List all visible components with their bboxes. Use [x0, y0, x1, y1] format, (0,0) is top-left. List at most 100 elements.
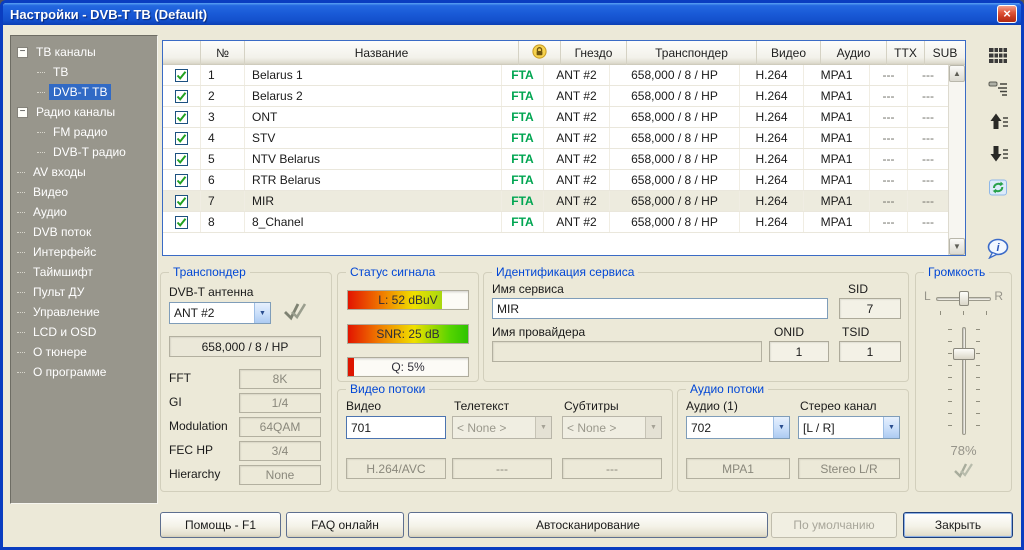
- channel-checkbox-cell: [163, 212, 201, 232]
- channel-audio-codec: MPA1: [804, 65, 870, 85]
- signal-bar-label: L: 52 dBuV: [348, 293, 468, 307]
- sidebar-item-видео[interactable]: Видео: [11, 182, 157, 202]
- sidebar-item-dvb-поток[interactable]: DVB поток: [11, 222, 157, 242]
- sidebar-item-пульт-ду[interactable]: Пульт ДУ: [11, 282, 157, 302]
- renumber-list-icon[interactable]: [985, 76, 1011, 100]
- channel-sub: ---: [908, 170, 948, 190]
- table-row[interactable]: 5NTV BelarusFTAANT #2658,000 / 8 / HPH.2…: [163, 149, 948, 170]
- channel-checkbox[interactable]: [175, 90, 188, 103]
- chevron-down-icon[interactable]: [773, 417, 789, 438]
- antenna-select[interactable]: ANT #2: [169, 302, 271, 324]
- sidebar-item-label: Пульт ДУ: [29, 284, 88, 300]
- channel-checkbox[interactable]: [175, 153, 188, 166]
- chevron-down-icon[interactable]: [883, 417, 899, 438]
- channel-number: 1: [201, 65, 245, 85]
- header-transponder[interactable]: Транспондер: [627, 41, 757, 65]
- sidebar-item-о-тюнере[interactable]: О тюнере: [11, 342, 157, 362]
- header-ttx[interactable]: TTX: [887, 41, 925, 65]
- header-name[interactable]: Название: [245, 41, 519, 65]
- sid-field: 7: [839, 298, 901, 319]
- sidebar-item-dvb-t-тв[interactable]: DVB-T ТВ: [11, 82, 157, 102]
- channel-video-codec: H.264: [740, 128, 804, 148]
- sidebar-item-fm-радио[interactable]: FM радио: [11, 122, 157, 142]
- table-row[interactable]: 6RTR BelarusFTAANT #2658,000 / 8 / HPH.2…: [163, 170, 948, 191]
- channel-checkbox[interactable]: [175, 69, 188, 82]
- scroll-up-icon[interactable]: ▲: [949, 65, 965, 82]
- закрыть-button[interactable]: Закрыть: [903, 512, 1013, 538]
- channel-audio-codec: MPA1: [804, 86, 870, 106]
- channel-checkbox[interactable]: [175, 195, 188, 208]
- audio-panel-title: Аудио потоки: [686, 382, 768, 396]
- автосканирование-button[interactable]: Автосканирование: [408, 512, 768, 538]
- balance-slider-thumb[interactable]: [959, 291, 969, 306]
- sidebar-item-управление[interactable]: Управление: [11, 302, 157, 322]
- header-sub[interactable]: SUB: [925, 41, 965, 65]
- sidebar-item-радио-каналы[interactable]: −Радио каналы: [11, 102, 157, 122]
- sidebar-item-интерфейс[interactable]: Интерфейс: [11, 242, 157, 262]
- param-value-fec-hp: 3/4: [239, 441, 321, 461]
- header-audio[interactable]: Аудио: [821, 41, 887, 65]
- close-button[interactable]: ×: [997, 5, 1017, 23]
- rescan-icon[interactable]: [985, 175, 1011, 199]
- move-up-icon[interactable]: [985, 109, 1011, 133]
- header-video[interactable]: Видео: [757, 41, 821, 65]
- channel-number: 6: [201, 170, 245, 190]
- fta-badge: FTA: [511, 68, 533, 82]
- channel-checkbox[interactable]: [175, 216, 188, 229]
- table-scrollbar[interactable]: ▲ ▼: [948, 65, 965, 255]
- apply-volume-icon[interactable]: [952, 461, 976, 486]
- collapse-toggle-icon[interactable]: −: [17, 47, 28, 58]
- sidebar-item-таймшифт[interactable]: Таймшифт: [11, 262, 157, 282]
- header-socket[interactable]: Гнездо: [561, 41, 627, 65]
- chevron-down-icon[interactable]: [254, 303, 270, 323]
- table-row[interactable]: 4STVFTAANT #2658,000 / 8 / HPH.264MPA1--…: [163, 128, 948, 149]
- move-down-icon[interactable]: [985, 142, 1011, 166]
- sidebar-item-тв-каналы[interactable]: −ТВ каналы: [11, 42, 157, 62]
- channel-name: ONT: [245, 107, 502, 127]
- channel-checkbox[interactable]: [175, 174, 188, 187]
- помощь-f1-button[interactable]: Помощь - F1: [160, 512, 281, 538]
- apply-antenna-icon[interactable]: [281, 300, 309, 329]
- service-name-field[interactable]: MIR: [492, 298, 828, 319]
- channel-checkbox-cell: [163, 128, 201, 148]
- header-number[interactable]: №: [201, 41, 245, 65]
- channel-checkbox[interactable]: [175, 111, 188, 124]
- table-row[interactable]: 88_ChanelFTAANT #2658,000 / 8 / HPH.264M…: [163, 212, 948, 233]
- table-row[interactable]: 1Belarus 1FTAANT #2658,000 / 8 / HPH.264…: [163, 65, 948, 86]
- channel-ttx: ---: [870, 191, 908, 211]
- sidebar-item-о-программе[interactable]: О программе: [11, 362, 157, 382]
- fta-badge: FTA: [511, 194, 533, 208]
- header-lock-column[interactable]: [519, 41, 561, 65]
- channel-access: FTA: [502, 191, 544, 211]
- settings-tree: −ТВ каналыТВDVB-T ТВ−Радио каналыFM ради…: [10, 35, 158, 504]
- table-row[interactable]: 3ONTFTAANT #2658,000 / 8 / HPH.264MPA1--…: [163, 107, 948, 128]
- video-pid-input[interactable]: 701: [346, 416, 446, 439]
- channel-sub: ---: [908, 65, 948, 85]
- service-id-panel: Идентификация сервиса Имя сервиса SID MI…: [483, 272, 909, 382]
- sidebar-item-dvb-t-радио[interactable]: DVB-T радио: [11, 142, 157, 162]
- tree-connector: [17, 292, 25, 293]
- table-row[interactable]: 2Belarus 2FTAANT #2658,000 / 8 / HPH.264…: [163, 86, 948, 107]
- channel-checkbox[interactable]: [175, 132, 188, 145]
- video-pid-label: Видео: [346, 399, 381, 413]
- video-streams-panel: Видео потоки Видео Телетекст Субтитры 70…: [337, 389, 673, 492]
- faq-онлайн-button[interactable]: FAQ онлайн: [286, 512, 404, 538]
- header-check-column[interactable]: [163, 41, 201, 65]
- scroll-down-icon[interactable]: ▼: [949, 238, 965, 255]
- volume-slider-thumb[interactable]: [953, 348, 975, 360]
- audio-pid-select[interactable]: 702: [686, 416, 790, 439]
- service-panel-title: Идентификация сервиса: [492, 265, 638, 279]
- sidebar-item-av-входы[interactable]: AV входы: [11, 162, 157, 182]
- param-value-modulation: 64QAM: [239, 417, 321, 437]
- tree-connector: [17, 172, 25, 173]
- table-row[interactable]: 7MIRFTAANT #2658,000 / 8 / HPH.264MPA1--…: [163, 191, 948, 212]
- fta-badge: FTA: [511, 215, 533, 229]
- sidebar-item-аудио[interactable]: Аудио: [11, 202, 157, 222]
- volume-slider-track[interactable]: [962, 327, 966, 435]
- channel-grid-icon[interactable]: [985, 43, 1011, 67]
- sidebar-item-lcd-и-osd[interactable]: LCD и OSD: [11, 322, 157, 342]
- collapse-toggle-icon[interactable]: −: [17, 107, 28, 118]
- stereo-channel-select[interactable]: [L / R]: [798, 416, 900, 439]
- info-icon[interactable]: i: [985, 236, 1011, 260]
- sidebar-item-тв[interactable]: ТВ: [11, 62, 157, 82]
